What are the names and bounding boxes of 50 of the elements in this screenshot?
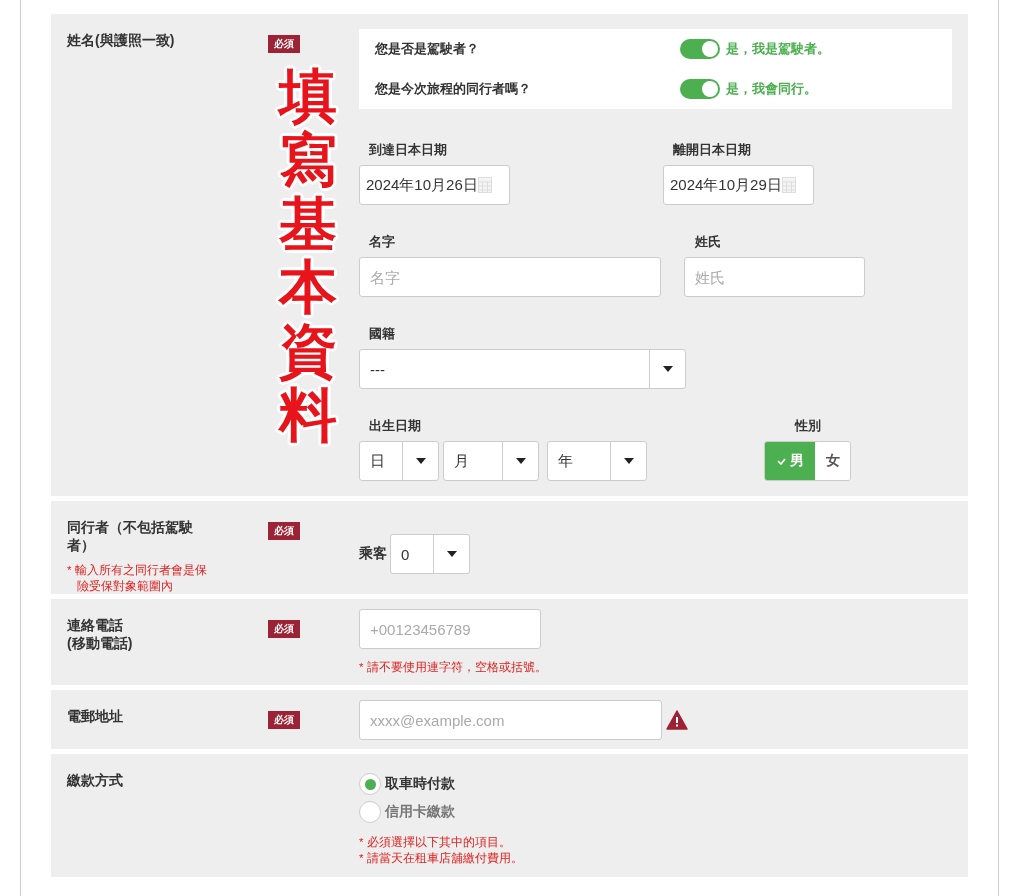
question-text: 您是今次旅程的同行者嗎？: [375, 80, 532, 98]
field-label: 出生日期: [368, 417, 422, 435]
required-badge: 必須: [268, 35, 300, 53]
caret-icon: [415, 458, 426, 464]
calendar-icon: [477, 177, 492, 193]
date-select[interactable]: 日: [359, 441, 439, 481]
field-label: 姓名(與護照一致): [67, 31, 176, 49]
field-label: 繳款方式: [67, 771, 124, 789]
field-label: 連絡電話 (移動電話): [67, 616, 134, 652]
note-text: * 必須選擇以下其中的項目。: [359, 835, 512, 850]
field-label: 同行者（不包括駕駛者）: [67, 518, 194, 554]
note-text: * 請不要使用連字符，空格或括號。: [359, 660, 548, 675]
caret-icon: [515, 458, 526, 464]
radio-option[interactable]: 取車時付款: [359, 770, 455, 798]
nationality-select[interactable]: ---: [359, 349, 686, 389]
calendar-icon: [781, 177, 796, 193]
field-label: 到達日本日期: [368, 141, 448, 159]
passenger-select[interactable]: 0: [390, 534, 470, 574]
date-select[interactable]: 月: [443, 441, 539, 481]
check-icon: [776, 457, 786, 465]
caret-icon: [446, 551, 457, 557]
answer-text: 是，我是駕駛者。: [726, 40, 830, 58]
field-label: 乘客: [359, 545, 387, 563]
field-label: 離開日本日期: [672, 141, 752, 159]
required-badge: 必須: [268, 711, 300, 729]
toggle-switch[interactable]: [680, 79, 720, 99]
text-field[interactable]: 名字: [359, 257, 661, 297]
gender-button[interactable]: 女: [815, 442, 850, 480]
field-label: 姓氏: [694, 233, 722, 251]
date-select[interactable]: 年: [547, 441, 647, 481]
required-badge: 必須: [268, 620, 300, 638]
caret-icon: [623, 458, 634, 464]
text-field[interactable]: 姓氏: [684, 257, 865, 297]
date-field[interactable]: 2024年10月29日: [663, 165, 814, 205]
toggle-switch[interactable]: [680, 39, 720, 59]
note-text: * 請當天在租車店舖繳付費用。: [359, 851, 524, 866]
phone-field[interactable]: +00123456789: [359, 609, 541, 649]
note-text: * 輸入所有之同行者會是保險受保對象範圍內: [67, 563, 208, 594]
question-text: 您是否是駕駛者？: [375, 40, 480, 58]
field-label: 電郵地址: [67, 707, 124, 725]
date-field[interactable]: 2024年10月26日: [359, 165, 510, 205]
required-badge: 必須: [268, 522, 300, 540]
annotation-text: 填寫基本資料: [279, 64, 337, 447]
field-label: 名字: [368, 233, 396, 251]
field-label: 國籍: [368, 325, 396, 343]
radio-option[interactable]: 信用卡繳款: [359, 798, 455, 826]
email-field[interactable]: xxxx@example.com: [359, 700, 662, 740]
caret-icon: [662, 366, 673, 372]
answer-text: 是，我會同行。: [726, 80, 817, 98]
field-label: 性別: [794, 417, 821, 435]
